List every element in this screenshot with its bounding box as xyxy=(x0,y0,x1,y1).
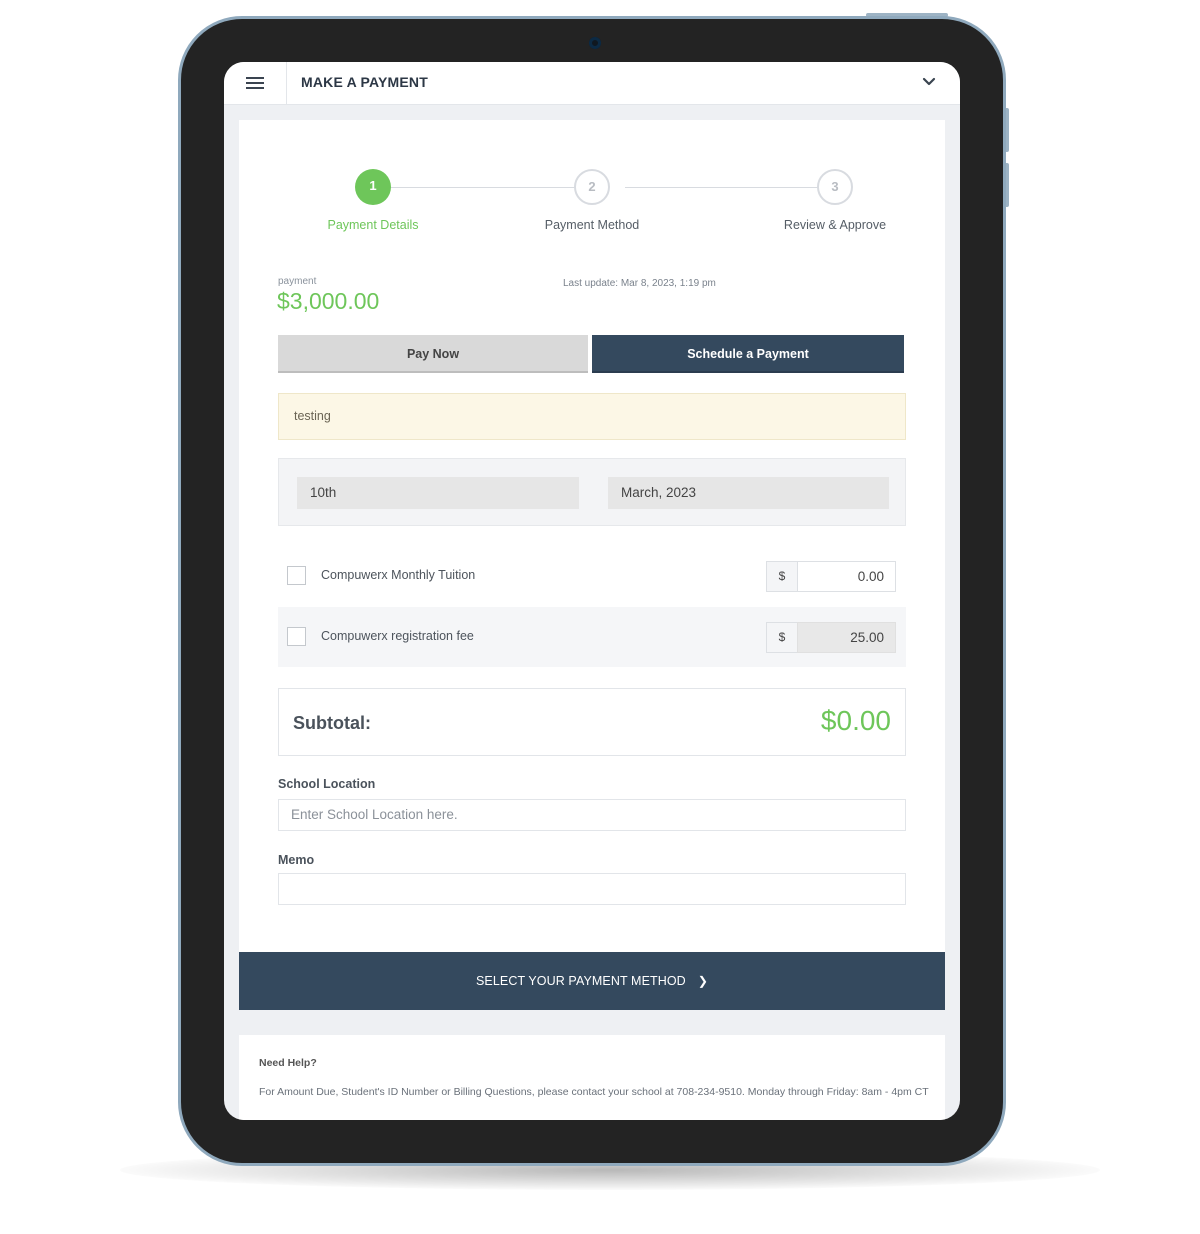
select-payment-method-button[interactable]: SELECT YOUR PAYMENT METHOD ❯ xyxy=(239,952,945,1010)
school-location-label: School Location xyxy=(278,777,376,791)
amount-input[interactable]: 0.00 xyxy=(797,561,896,592)
payment-card: 1 Payment Details 2 Payment Method 3 Rev… xyxy=(239,120,945,1010)
step-label: Review & Approve xyxy=(783,218,887,232)
help-panel: Need Help? For Amount Due, Student's ID … xyxy=(239,1035,945,1120)
step-payment-details: 1 Payment Details xyxy=(293,169,453,232)
topbar-divider xyxy=(286,62,287,104)
step-number: 1 xyxy=(355,169,391,205)
chevron-right-icon: ❯ xyxy=(697,974,708,988)
memo-label: Memo xyxy=(278,853,315,867)
subtotal-label: Subtotal: xyxy=(293,713,371,733)
chevron-down-icon[interactable] xyxy=(918,71,940,93)
subtotal-value: $0.00 xyxy=(820,705,891,736)
help-title: Need Help? xyxy=(259,1057,317,1069)
page-title: MAKE A PAYMENT xyxy=(301,74,428,90)
step-payment-method: 2 Payment Method xyxy=(512,169,672,232)
payment-label: payment xyxy=(278,276,317,287)
app-screen: MAKE A PAYMENT 1 Payment Details 2 Payme… xyxy=(224,62,960,1120)
list-item: Compuwerx registration fee $ 25.00 xyxy=(278,607,906,667)
subtotal-box: Subtotal: $0.00 xyxy=(278,688,906,756)
camera-icon xyxy=(589,37,601,49)
payment-amount: $3,000.00 xyxy=(277,288,380,314)
list-item: Compuwerx Monthly Tuition $ 0.00 xyxy=(278,546,906,606)
amount-input[interactable]: 25.00 xyxy=(797,622,896,653)
currency-addon: $ xyxy=(766,561,798,592)
school-location-input[interactable]: Enter School Location here. xyxy=(278,799,906,831)
tab-pay-now[interactable]: Pay Now xyxy=(278,335,588,373)
step-review-approve: 3 Review & Approve xyxy=(755,169,915,232)
last-update: Last update: Mar 8, 2023, 1:19 pm xyxy=(563,278,716,289)
month-select[interactable]: March, 2023 xyxy=(608,477,889,509)
item-label: Compuwerx registration fee xyxy=(321,629,474,643)
step-number: 3 xyxy=(817,169,853,205)
currency-addon: $ xyxy=(766,622,798,653)
top-bar: MAKE A PAYMENT xyxy=(224,62,960,105)
cta-label: SELECT YOUR PAYMENT METHOD xyxy=(476,974,686,988)
note-banner: testing xyxy=(278,393,906,440)
step-number: 2 xyxy=(574,169,610,205)
item-checkbox[interactable] xyxy=(287,627,306,646)
schedule-date-panel: 10th March, 2023 xyxy=(278,458,906,526)
help-text: For Amount Due, Student's ID Number or B… xyxy=(259,1086,929,1098)
step-label: Payment Method xyxy=(544,218,640,232)
item-checkbox[interactable] xyxy=(287,566,306,585)
tab-schedule-payment[interactable]: Schedule a Payment xyxy=(592,335,904,373)
day-select[interactable]: 10th xyxy=(297,477,579,509)
item-label: Compuwerx Monthly Tuition xyxy=(321,568,476,582)
menu-icon[interactable] xyxy=(244,75,266,91)
step-label: Payment Details xyxy=(327,218,419,232)
memo-input[interactable] xyxy=(278,873,906,905)
